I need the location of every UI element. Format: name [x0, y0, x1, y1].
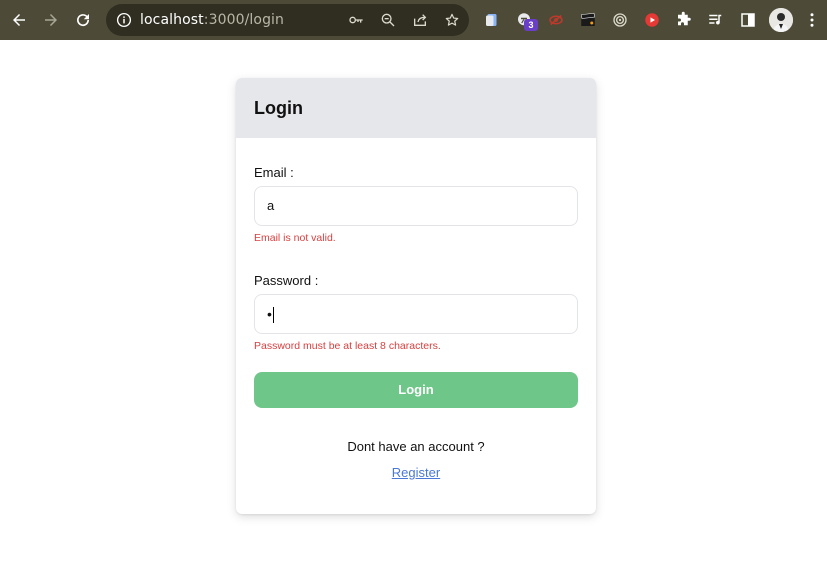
- side-panel-icon[interactable]: [737, 9, 759, 31]
- extensions-puzzle-icon[interactable]: [673, 9, 695, 31]
- youtube-extension-icon[interactable]: [641, 9, 663, 31]
- target-extension-icon[interactable]: [609, 9, 631, 31]
- clapper-extension-icon[interactable]: [577, 9, 599, 31]
- password-label: Password :: [254, 273, 319, 288]
- url-text[interactable]: localhost:3000/login: [140, 11, 284, 29]
- eye-extension-icon[interactable]: [545, 9, 567, 31]
- login-button[interactable]: Login: [254, 372, 578, 408]
- back-arrow-icon[interactable]: [7, 8, 31, 32]
- no-account-prompt: Dont have an account ?: [347, 439, 485, 454]
- star-icon[interactable]: [443, 11, 461, 29]
- zoom-out-icon[interactable]: [379, 11, 397, 29]
- password-error: Password must be at least 8 characters.: [254, 340, 441, 352]
- page-title: Login: [254, 98, 303, 118]
- email-field[interactable]: a: [254, 186, 578, 226]
- address-bar[interactable]: localhost:3000/login: [106, 4, 469, 36]
- register-link-wrapper: Register: [236, 465, 596, 481]
- login-card: Login Email : a Email is not valid. Pass…: [236, 78, 596, 514]
- email-error: Email is not valid.: [254, 232, 336, 244]
- extension-badge: 3: [524, 19, 538, 31]
- browser-toolbar: localhost:3000/login 3: [0, 0, 827, 40]
- profile-avatar[interactable]: [769, 8, 793, 32]
- docs-extension-icon[interactable]: [481, 9, 503, 31]
- password-value: •: [267, 306, 272, 322]
- password-field[interactable]: •: [254, 294, 578, 334]
- forward-arrow-icon[interactable]: [39, 8, 63, 32]
- email-label: Email :: [254, 165, 294, 180]
- reload-icon[interactable]: [71, 8, 95, 32]
- media-queue-icon[interactable]: [705, 9, 727, 31]
- info-icon[interactable]: [115, 11, 133, 29]
- email-value: a: [267, 198, 275, 213]
- share-icon[interactable]: [411, 11, 429, 29]
- key-icon[interactable]: [347, 11, 365, 29]
- text-caret: [272, 307, 274, 324]
- url-host: localhost: [140, 12, 204, 28]
- url-path: :3000/login: [203, 12, 285, 28]
- card-header: Login: [236, 78, 596, 138]
- kebab-menu-icon[interactable]: [801, 9, 823, 31]
- register-link[interactable]: Register: [392, 465, 440, 480]
